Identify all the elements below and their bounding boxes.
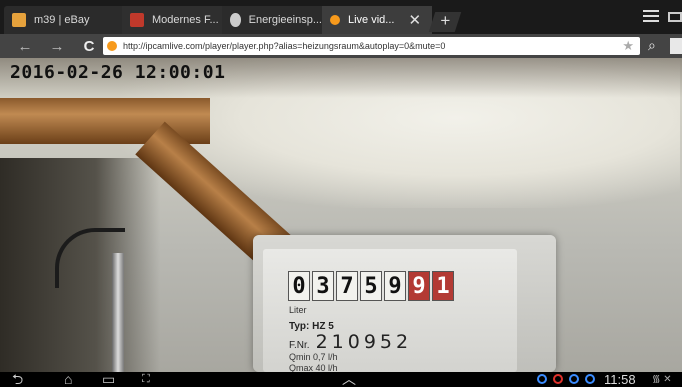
tab-energieeinsparung[interactable]: Energieeinsp...: [222, 6, 330, 34]
window-restore-icon[interactable]: [668, 12, 682, 22]
bookmark-star-icon[interactable]: ★: [622, 38, 634, 54]
counter-digit: 3: [312, 271, 334, 301]
serial-number: 210952: [315, 331, 413, 353]
notification-icon[interactable]: [537, 374, 547, 384]
site-favicon-icon: [107, 41, 117, 51]
notification-icon[interactable]: [553, 374, 563, 384]
reload-button[interactable]: C: [76, 38, 102, 55]
site-favicon-icon: [130, 13, 144, 27]
ipcamlive-favicon-icon: [330, 15, 340, 25]
close-tab-icon[interactable]: ✕: [408, 11, 421, 29]
back-nav-icon[interactable]: ⮌: [12, 372, 23, 387]
wifi-signal-icon: ᯾ ✕: [652, 374, 672, 385]
browser-toolbar: ← → C http://ipcamlive.com/player/player…: [0, 34, 682, 58]
search-icon[interactable]: ⌕: [648, 37, 656, 54]
status-clock: 11:58: [604, 372, 636, 387]
home-nav-icon[interactable]: ⌂: [64, 372, 72, 387]
notification-icon[interactable]: [585, 374, 595, 384]
tab-label: Energieeinsp...: [248, 14, 322, 26]
counter-digit: 9: [408, 271, 430, 301]
tab-label: Live vid...: [348, 14, 395, 26]
bookmarks-icon[interactable]: [670, 38, 682, 54]
address-bar[interactable]: http://ipcamlive.com/player/player.php?a…: [103, 37, 640, 55]
site-favicon-icon: [230, 13, 241, 27]
screenshot-icon[interactable]: ⛶: [142, 372, 150, 387]
meter-qmax: Qmax 40 l/h: [289, 363, 338, 372]
tab-ebay[interactable]: m39 | eBay: [4, 6, 126, 34]
metal-rod: [112, 253, 124, 372]
recent-apps-icon[interactable]: ▭: [102, 372, 115, 387]
ebay-favicon-icon: [12, 13, 26, 27]
tab-label: m39 | eBay: [34, 14, 90, 26]
tab-strip: m39 | eBay Modernes F... Energieeinsp...…: [0, 0, 682, 34]
meter-qmin: Qmin 0,7 l/h: [289, 352, 338, 362]
meter-face: 0 3 7 5 9 9 1 Liter Typ: HZ 5 F.Nr. 2109…: [263, 249, 517, 372]
tab-modernes[interactable]: Modernes F...: [122, 6, 234, 34]
meter-unit-label: Liter: [289, 305, 307, 315]
up-arrow-icon[interactable]: ︿: [342, 372, 356, 387]
system-nav-bar: ⮌ ⌂ ▭ ⛶ ︿ 11:58 ᯾ ✕: [0, 372, 682, 387]
serial-label: F.Nr.: [289, 340, 310, 351]
menu-icon[interactable]: [643, 10, 659, 24]
counter-digit: 1: [432, 271, 454, 301]
gas-meter: 0 3 7 5 9 9 1 Liter Typ: HZ 5 F.Nr. 2109…: [253, 235, 556, 372]
tab-label: Modernes F...: [152, 14, 219, 26]
forward-button[interactable]: →: [44, 38, 70, 55]
tab-live-video[interactable]: Live vid... ✕: [322, 6, 432, 34]
back-button[interactable]: ←: [12, 38, 38, 55]
meter-serial: F.Nr. 210952: [289, 331, 412, 353]
video-timestamp: 2016-02-26 12:00:01: [10, 62, 226, 83]
notification-icon[interactable]: [569, 374, 579, 384]
new-tab-button[interactable]: +: [428, 11, 462, 32]
counter-digit: 9: [384, 271, 406, 301]
live-video[interactable]: 2016-02-26 12:00:01 0 3 7 5 9 9 1 Liter …: [0, 58, 682, 372]
url-text: http://ipcamlive.com/player/player.php?a…: [123, 41, 446, 51]
counter-digit: 0: [288, 271, 310, 301]
meter-counter: 0 3 7 5 9 9 1: [288, 271, 456, 301]
counter-digit: 7: [336, 271, 358, 301]
counter-digit: 5: [360, 271, 382, 301]
